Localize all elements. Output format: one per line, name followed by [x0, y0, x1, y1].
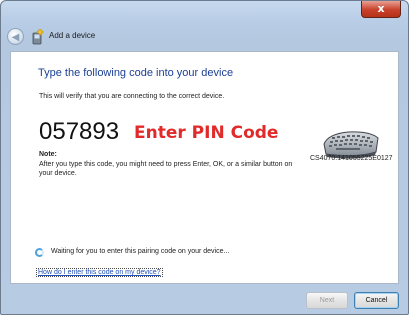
note-text: After you type this code, you might need… — [39, 161, 293, 177]
next-button[interactable]: Next — [306, 292, 348, 309]
add-device-window: x ◀ Add a device Type the following code… — [0, 0, 409, 315]
verification-text: This will verify that you are connecting… — [39, 93, 225, 100]
back-button[interactable]: ◀ — [7, 28, 24, 45]
window-title: Add a device — [49, 31, 96, 40]
pin-code: 057893 — [39, 118, 120, 145]
pin-annotation: Enter PIN Code — [134, 123, 279, 143]
close-button[interactable]: x — [361, 1, 401, 18]
title-bar: ◀ Add a device — [1, 23, 408, 51]
page-heading: Type the following code into your device — [38, 67, 234, 79]
content-panel: Type the following code into your device… — [10, 51, 399, 284]
device-name: CS4070:141055225E0127 — [310, 155, 393, 162]
note-label: Note: — [39, 151, 57, 158]
cancel-button[interactable]: Cancel — [354, 292, 399, 309]
close-icon: x — [377, 2, 385, 15]
loading-spinner-icon — [35, 248, 44, 257]
add-device-icon — [32, 29, 44, 45]
back-arrow-icon: ◀ — [11, 32, 20, 43]
help-link[interactable]: How do I enter this code on my device? — [36, 268, 163, 277]
waiting-status: Waiting for you to enter this pairing co… — [51, 248, 230, 255]
